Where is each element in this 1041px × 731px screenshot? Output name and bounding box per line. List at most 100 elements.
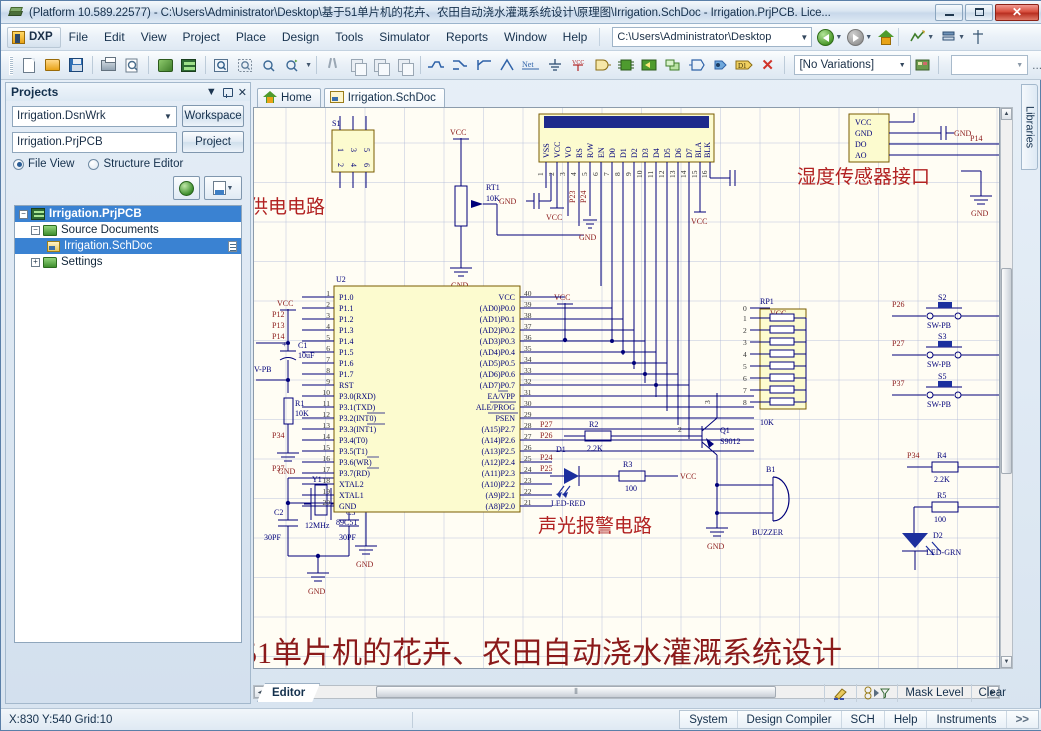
menu-design[interactable]: Design bbox=[274, 27, 327, 47]
workspace-combo[interactable]: Irrigation.DsnWrk ▼ bbox=[12, 105, 177, 127]
open-document-button[interactable] bbox=[42, 54, 64, 76]
mask-filter-icon[interactable] bbox=[856, 683, 897, 702]
print-button[interactable] bbox=[98, 54, 120, 76]
component-chevron-icon[interactable]: ▼ bbox=[1012, 62, 1027, 69]
delete-icon[interactable]: ✕ bbox=[757, 54, 779, 76]
paste-special-button[interactable] bbox=[393, 54, 415, 76]
tab-home[interactable]: Home bbox=[257, 88, 321, 107]
annotate-icon[interactable]: D1 bbox=[733, 54, 755, 76]
highlight-pen-icon[interactable] bbox=[824, 683, 856, 702]
menu-help[interactable]: Help bbox=[555, 27, 596, 47]
place-offsheet-icon[interactable] bbox=[710, 54, 732, 76]
forward-dropdown-icon[interactable]: ▼ bbox=[865, 34, 872, 41]
status-instruments-button[interactable]: Instruments bbox=[927, 711, 1007, 728]
clear-button[interactable]: Clear bbox=[970, 683, 1013, 702]
copy-button[interactable] bbox=[346, 54, 368, 76]
close-icon[interactable]: ✕ bbox=[238, 86, 247, 99]
pcb-view-button[interactable] bbox=[178, 54, 200, 76]
save-button[interactable] bbox=[65, 54, 87, 76]
cut-button[interactable] bbox=[322, 54, 344, 76]
label-structure-editor[interactable]: Structure Editor bbox=[103, 158, 183, 170]
status-help-button[interactable]: Help bbox=[885, 711, 928, 728]
new-document-button[interactable] bbox=[18, 54, 40, 76]
align-icon[interactable] bbox=[971, 29, 988, 45]
maximize-button[interactable] bbox=[965, 3, 993, 21]
tree-item-schdoc[interactable]: Irrigation.SchDoc bbox=[15, 238, 241, 254]
status-overflow-button[interactable]: >> bbox=[1007, 711, 1038, 728]
component-combo[interactable]: ▼ bbox=[951, 55, 1029, 75]
variations-chevron-icon[interactable]: ▼ bbox=[895, 62, 910, 69]
pin-icon[interactable] bbox=[222, 87, 233, 98]
print-preview-button[interactable] bbox=[122, 54, 144, 76]
expander-icon[interactable]: + bbox=[31, 257, 40, 267]
close-button[interactable]: ✕ bbox=[995, 3, 1039, 21]
expander-icon[interactable]: − bbox=[19, 209, 28, 219]
zoom-area-button[interactable] bbox=[234, 54, 256, 76]
chevron-down-icon[interactable]: ▼ bbox=[797, 33, 811, 42]
project-combo[interactable]: Irrigation.PrjPCB bbox=[12, 131, 177, 153]
layers-icon[interactable] bbox=[940, 29, 957, 45]
layers-dropdown-icon[interactable]: ▼ bbox=[958, 34, 965, 41]
radio-structure-editor[interactable] bbox=[88, 158, 100, 170]
place-vcc-icon[interactable]: VCC bbox=[568, 54, 590, 76]
workspace-chevron-icon[interactable]: ▼ bbox=[160, 112, 176, 121]
home-icon[interactable] bbox=[878, 29, 895, 45]
place-port-icon[interactable] bbox=[686, 54, 708, 76]
place-gnd-icon[interactable] bbox=[544, 54, 566, 76]
netlabel-text-icon[interactable]: Net bbox=[520, 54, 542, 76]
menu-project[interactable]: Project bbox=[174, 27, 227, 47]
place-ic-icon[interactable] bbox=[615, 54, 637, 76]
path-combo[interactable]: C:\Users\Administrator\Desktop ▼ bbox=[612, 27, 813, 47]
tree-item-source-documents[interactable]: − Source Documents bbox=[15, 222, 241, 238]
zoom-document-button[interactable] bbox=[211, 54, 233, 76]
status-system-button[interactable]: System bbox=[680, 711, 738, 728]
workspace-button[interactable]: Workspace bbox=[182, 105, 244, 127]
place-bus-entry-icon[interactable] bbox=[473, 54, 495, 76]
place-bus-icon[interactable] bbox=[449, 54, 471, 76]
back-dropdown-icon[interactable]: ▼ bbox=[835, 34, 842, 41]
menu-simulator[interactable]: Simulator bbox=[371, 27, 438, 47]
radio-file-view[interactable] bbox=[13, 158, 24, 170]
status-sch-button[interactable]: SCH bbox=[842, 711, 885, 728]
libraries-panel-tab[interactable]: Libraries bbox=[1021, 84, 1038, 170]
menu-edit[interactable]: Edit bbox=[96, 27, 133, 47]
back-arrow-icon[interactable] bbox=[817, 28, 835, 46]
tree-item-project[interactable]: − Irrigation.PrjPCB bbox=[15, 206, 241, 222]
zoom-selected-button[interactable] bbox=[258, 54, 280, 76]
tab-irrigation-schdoc[interactable]: Irrigation.SchDoc bbox=[323, 88, 445, 107]
tree-item-settings[interactable]: + Settings bbox=[15, 254, 241, 270]
mask-level-button[interactable]: Mask Level bbox=[897, 683, 970, 702]
zoom-filtered-button[interactable] bbox=[281, 54, 303, 76]
vertical-scroll-thumb[interactable] bbox=[1001, 268, 1012, 474]
expander-icon[interactable]: − bbox=[31, 225, 40, 235]
menu-view[interactable]: View bbox=[133, 27, 175, 47]
place-sheet-symbol-icon[interactable] bbox=[639, 54, 661, 76]
menu-window[interactable]: Window bbox=[496, 27, 555, 47]
place-wire-icon[interactable] bbox=[426, 54, 448, 76]
menu-place[interactable]: Place bbox=[228, 27, 274, 47]
panel-document-button[interactable]: ▼ bbox=[204, 176, 242, 200]
variations-combo[interactable]: [No Variations] ▼ bbox=[794, 55, 911, 75]
minimize-button[interactable] bbox=[935, 3, 963, 21]
dxp-menu-button[interactable]: DXP bbox=[7, 26, 61, 48]
menu-tools[interactable]: Tools bbox=[327, 27, 371, 47]
status-design-compiler-button[interactable]: Design Compiler bbox=[738, 711, 842, 728]
schematic-canvas[interactable]: S1 1 3 5 2 4 6 VCC RT1 10K GND VSS VCC V… bbox=[253, 107, 1000, 669]
menu-file[interactable]: File bbox=[61, 27, 96, 47]
label-file-view[interactable]: File View bbox=[28, 158, 74, 170]
forward-arrow-icon[interactable] bbox=[847, 28, 865, 46]
zoom-dropdown-icon[interactable]: ▼ bbox=[305, 62, 312, 69]
canvas-vertical-scrollbar[interactable]: ▲ ▼ bbox=[1000, 107, 1013, 669]
tab-editor[interactable]: Editor bbox=[257, 683, 320, 702]
place-part-icon[interactable] bbox=[591, 54, 613, 76]
paste-button[interactable] bbox=[369, 54, 391, 76]
menu-reports[interactable]: Reports bbox=[438, 27, 496, 47]
place-netlabel-icon[interactable] bbox=[497, 54, 519, 76]
toolbar-grip[interactable] bbox=[9, 55, 13, 75]
place-sheet-entry-icon[interactable] bbox=[662, 54, 684, 76]
chart-dropdown-icon[interactable]: ▼ bbox=[927, 34, 934, 41]
toolbar-overflow[interactable]: ... bbox=[1032, 58, 1041, 72]
scroll-up-button[interactable]: ▲ bbox=[1001, 108, 1012, 120]
variant-manager-icon[interactable] bbox=[912, 54, 934, 76]
chart-icon[interactable] bbox=[909, 29, 926, 45]
